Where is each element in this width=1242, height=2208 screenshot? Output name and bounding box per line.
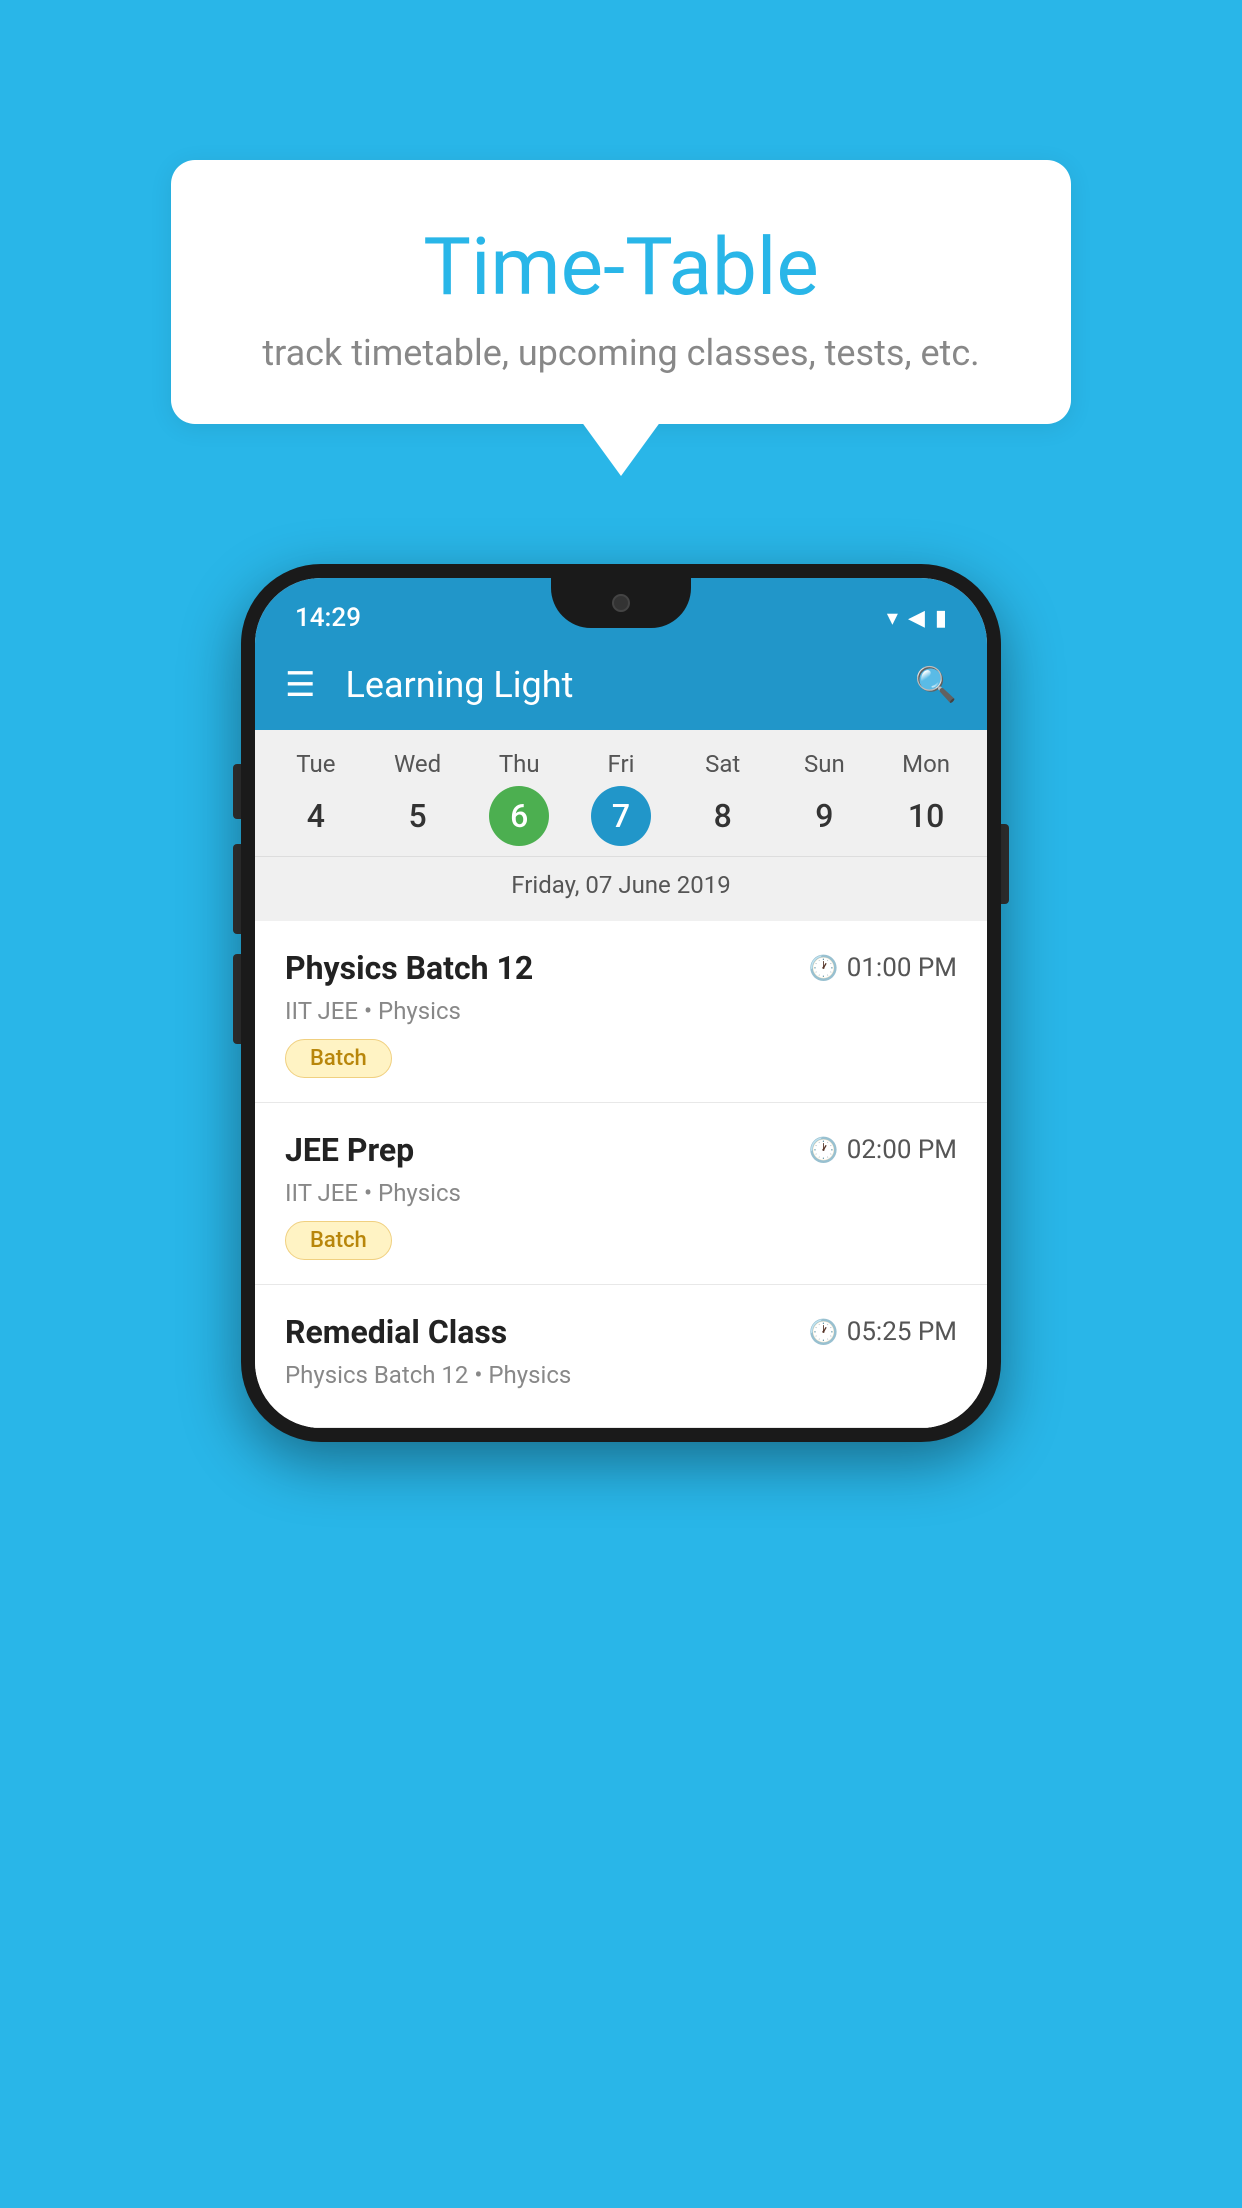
day-col-fri[interactable]: Fri 7 [576,750,666,846]
schedule-subtitle: IIT JEE • Physics [285,997,957,1025]
schedule-item[interactable]: Remedial Class 🕐 05:25 PM Physics Batch 12… [255,1285,987,1428]
schedule-item-header: Remedial Class 🕐 05:25 PM [285,1313,957,1351]
schedule-item[interactable]: Physics Batch 12 🕐 01:00 PM IIT JEE • Phys… [255,921,987,1103]
status-time: 14:29 [295,603,361,633]
clock-icon: 🕐 [809,1318,839,1346]
schedule-subtitle: Physics Batch 12 • Physics [285,1361,957,1389]
notch [551,578,691,628]
schedule-item-header: JEE Prep 🕐 02:00 PM [285,1131,957,1169]
battery-icon: ▮ [935,606,947,631]
clock-icon: 🕐 [809,954,839,982]
day-name: Sun [804,750,845,778]
phone-frame: 14:29 ▾ ◀ ▮ ☰ Learning Light 🔍 Tue4Wed5T… [241,564,1001,1442]
tooltip-subtitle: track timetable, upcoming classes, tests… [251,332,991,374]
phone-screen: 14:29 ▾ ◀ ▮ ☰ Learning Light 🔍 Tue4Wed5T… [255,578,987,1428]
status-icons: ▾ ◀ ▮ [887,606,947,631]
wifi-icon: ▾ [887,606,898,631]
day-name: Wed [394,750,441,778]
day-col-sat[interactable]: Sat 8 [678,750,768,846]
day-col-tue[interactable]: Tue 4 [271,750,361,846]
app-title: Learning Light [345,664,914,706]
schedule-subtitle: IIT JEE • Physics [285,1179,957,1207]
schedule-time: 🕐 05:25 PM [809,1317,957,1347]
day-number[interactable]: 10 [896,786,956,846]
tooltip-card: Time-Table track timetable, upcoming cla… [171,160,1071,424]
days-row: Tue 4 Wed 5 Thu 6 Fri 7 Sat 8 Sun 9 Mon 10 [255,750,987,846]
search-icon[interactable]: 🔍 [915,665,957,705]
schedule-item-title: Physics Batch 12 [285,949,533,987]
schedule-time: 🕐 02:00 PM [809,1135,957,1165]
day-name: Tue [296,750,335,778]
day-number[interactable]: 6 [489,786,549,846]
selected-date-label: Friday, 07 June 2019 [255,856,987,911]
schedule-time: 🕐 01:00 PM [809,953,957,983]
app-bar: ☰ Learning Light 🔍 [255,640,987,730]
schedule-item-header: Physics Batch 12 🕐 01:00 PM [285,949,957,987]
schedule-item-title: JEE Prep [285,1131,414,1169]
mute-button [233,764,241,819]
clock-icon: 🕐 [809,1136,839,1164]
day-name: Fri [607,750,634,778]
day-number[interactable]: 7 [591,786,651,846]
phone-mockup: 14:29 ▾ ◀ ▮ ☰ Learning Light 🔍 Tue4Wed5T… [241,564,1001,1442]
batch-badge: Batch [285,1039,392,1078]
camera [612,594,630,612]
day-number[interactable]: 5 [388,786,448,846]
day-name: Sat [705,750,740,778]
day-number[interactable]: 4 [286,786,346,846]
schedule-item[interactable]: JEE Prep 🕐 02:00 PM IIT JEE • Physics Batch [255,1103,987,1285]
day-col-mon[interactable]: Mon 10 [881,750,971,846]
day-number[interactable]: 9 [794,786,854,846]
power-button [1001,824,1009,904]
day-col-wed[interactable]: Wed 5 [373,750,463,846]
day-col-thu[interactable]: Thu 6 [474,750,564,846]
calendar-strip: Tue 4 Wed 5 Thu 6 Fri 7 Sat 8 Sun 9 Mon 10 Friday, 07… [255,730,987,921]
signal-icon: ◀ [908,606,925,631]
volume-up-button [233,844,241,934]
volume-down-button [233,954,241,1044]
hamburger-icon[interactable]: ☰ [285,665,315,705]
tooltip-title: Time-Table [251,220,991,314]
day-number[interactable]: 8 [693,786,753,846]
batch-badge: Batch [285,1221,392,1260]
schedule-item-title: Remedial Class [285,1313,507,1351]
schedule-list: Physics Batch 12 🕐 01:00 PM IIT JEE • Phys… [255,921,987,1428]
day-col-sun[interactable]: Sun 9 [779,750,869,846]
day-name: Mon [902,750,950,778]
day-name: Thu [499,750,540,778]
